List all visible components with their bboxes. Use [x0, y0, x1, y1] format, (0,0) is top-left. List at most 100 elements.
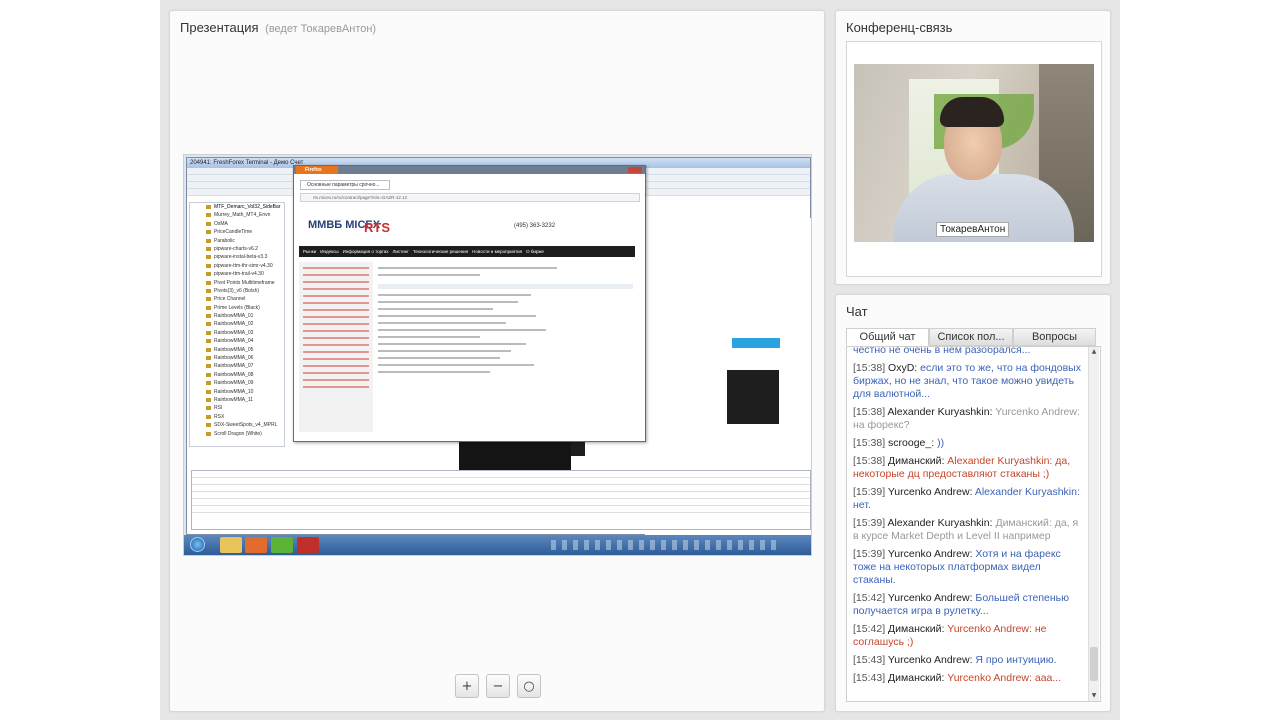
- chat-log[interactable]: честно не очень в нем разобрался... [15:3…: [846, 346, 1101, 702]
- site-menu-item: Информация о торгах: [342, 249, 389, 254]
- message-author: Alexander Kuryashkin:: [887, 517, 993, 529]
- chat-panel: Чат Общий чат Список пол... Вопросы чест…: [835, 294, 1111, 712]
- message-author: Yurcenko Andrew:: [887, 654, 973, 666]
- site-menu-item: Индексы: [320, 249, 339, 254]
- site-menu-item: Технологические решения: [412, 249, 469, 254]
- presentation-title: Презентация (ведет ТокаревАнтон): [180, 20, 376, 35]
- indicator-item: PriceCandleTime: [190, 228, 284, 236]
- indicator-item: Pivots(3)_v6 (Bolsh): [190, 287, 284, 295]
- indicator-item: MTF_Demarc_Vol32_SideBar: [190, 203, 284, 211]
- message-time: [15:38]: [853, 437, 886, 449]
- presentation-slide: 204941: FreshForex Terminal - Демо Счет …: [183, 154, 812, 556]
- zoom-out-button[interactable]: −: [486, 674, 510, 698]
- site-menu-item: Листинг: [392, 249, 409, 254]
- firefox-task-icon: [245, 537, 267, 553]
- indicator-item: RainbowMMA_10: [190, 388, 284, 396]
- video-name-label: ТокаревАнтон: [936, 222, 1010, 237]
- message-text: Yurcenko Andrew: ааа...: [947, 672, 1062, 684]
- webcam-video: ТокаревАнтон: [854, 64, 1094, 242]
- navigator-indicator-list: MTF_Demarc_Vol32_SideBar Murrey_Math_MT4_…: [189, 202, 285, 447]
- terminal-orders-table: [191, 470, 811, 530]
- site-menu-item: Рынки: [303, 249, 317, 254]
- indicator-item: pipware-ttm-trail-v4.30: [190, 270, 284, 278]
- chat-title: Чат: [846, 304, 868, 319]
- scroll-down-icon[interactable]: ▼: [1089, 691, 1099, 701]
- message-text: )): [937, 437, 945, 449]
- message-author: Yurcenko Andrew:: [887, 592, 973, 604]
- indicator-item: RainbowMMA_06: [190, 354, 284, 362]
- indicator-item: RainbowMMA_11: [190, 396, 284, 404]
- explorer-task-icon: [220, 537, 242, 553]
- message-author: OxyD:: [888, 362, 918, 374]
- site-sidebar: [299, 262, 373, 432]
- chat-messages: честно не очень в нем разобрался... [15:3…: [853, 346, 1083, 690]
- message-author: Yurcenko Andrew:: [887, 548, 973, 560]
- indicator-item: SDX-SweetSpots_v4_MPRL: [190, 421, 284, 429]
- chat-message: [15:42] Yurcenko Andrew: Большей степень…: [853, 592, 1083, 618]
- indicator-item: RainbowMMA_04: [190, 337, 284, 345]
- chat-message: [15:39] Yurcenko Andrew: Alexander Kurya…: [853, 486, 1083, 512]
- chart-pane-small: [727, 370, 779, 424]
- message-time: [15:42]: [853, 592, 886, 604]
- video-person-hair: [940, 97, 1004, 127]
- indicator-item: Prime Levels (Black): [190, 304, 284, 312]
- chat-tabs: Общий чат Список пол... Вопросы: [846, 328, 1101, 346]
- tab-questions[interactable]: Вопросы: [1013, 328, 1096, 346]
- app-task-icon: [297, 537, 319, 553]
- zoom-controls: + − ○: [455, 674, 541, 698]
- tab-participants[interactable]: Список пол...: [929, 328, 1013, 346]
- indicator-item: Murrey_Math_MT4_Envn: [190, 211, 284, 219]
- indicator-item: pipware-ttm-thr-simr-v4.30: [190, 262, 284, 270]
- chat-scrollbar[interactable]: ▲ ▼: [1088, 347, 1099, 701]
- presentation-title-text: Презентация: [180, 20, 259, 35]
- start-orb-icon: [190, 537, 205, 552]
- message-time: [15:38]: [853, 455, 886, 467]
- site-menu-item: Новости и мероприятия: [472, 249, 523, 254]
- message-author: scrooge_:: [888, 437, 935, 449]
- chat-message: [15:39] Alexander Kuryashkin: Диманский:…: [853, 517, 1083, 543]
- indicator-item: RainbowMMA_07: [190, 362, 284, 370]
- indicator-item: Pivot Points Multitimeframe: [190, 279, 284, 287]
- message-time: [15:39]: [853, 548, 886, 560]
- site-menu: Рынки Индексы Информация о торгах Листинг Те…: [299, 246, 635, 257]
- chat-message: [15:39] Yurcenko Andrew: Хотя и на фарек…: [853, 548, 1083, 587]
- terminal-task-icon: [271, 537, 293, 553]
- indicator-item: RainbowMMA_08: [190, 371, 284, 379]
- message-text: Alexander Kuryashkin: да, некоторые дц п…: [853, 455, 1071, 480]
- browser-url-bar: rts.micex.ru/ru/contract/page?isin=GAZR-…: [300, 193, 640, 202]
- site-content: [378, 262, 633, 432]
- exchange-phone: (495) 363-3232: [514, 223, 556, 229]
- indicator-item: RainbowMMA_03: [190, 329, 284, 337]
- scroll-up-icon[interactable]: ▲: [1089, 347, 1099, 357]
- chat-message: [15:38] scrooge_: )): [853, 437, 1083, 450]
- chat-message: [15:43] Диманский: Yurcenko Andrew: ааа.…: [853, 672, 1083, 685]
- indicator-item: RSX: [190, 413, 284, 421]
- message-author: Диманский:: [888, 672, 945, 684]
- chat-message: [15:38] Alexander Kuryashkin: Yurcenko A…: [853, 406, 1083, 432]
- scroll-thumb[interactable]: [1090, 647, 1098, 681]
- indicator-item: RainbowMMA_05: [190, 346, 284, 354]
- message-text: Я про интуицию.: [975, 654, 1057, 666]
- message-time: [15:38]: [853, 362, 886, 374]
- zoom-in-button[interactable]: +: [455, 674, 479, 698]
- message-time: [15:43]: [853, 672, 886, 684]
- browser-window: Firefox Основные параметры срочно... rts…: [293, 165, 646, 442]
- tab-general-chat[interactable]: Общий чат: [846, 328, 929, 346]
- conference-title: Конференц-связь: [846, 20, 953, 35]
- message-author: Диманский:: [888, 455, 945, 467]
- conference-panel: Конференц-связь ТокаревАнтон: [835, 10, 1111, 285]
- message-time: [15:39]: [853, 486, 886, 498]
- indicator-item: Parabolic: [190, 237, 284, 245]
- depth-highlight: [732, 338, 780, 348]
- message-author: Alexander Kuryashkin:: [887, 406, 993, 418]
- presentation-panel: Презентация (ведет ТокаревАнтон) 204941:…: [169, 10, 825, 712]
- indicator-item: OsMA: [190, 220, 284, 228]
- system-tray: [551, 540, 781, 550]
- presenter-label: (ведет ТокаревАнтон): [265, 23, 377, 35]
- indicator-item: RainbowMMA_09: [190, 379, 284, 387]
- indicator-item: RainbowMMA_01: [190, 312, 284, 320]
- zoom-fit-button[interactable]: ○: [517, 674, 541, 698]
- message-time: [15:43]: [853, 654, 886, 666]
- message-text: честно не очень в нем разобрался...: [853, 346, 1031, 356]
- indicator-item: Scroll Dragon (White): [190, 430, 284, 438]
